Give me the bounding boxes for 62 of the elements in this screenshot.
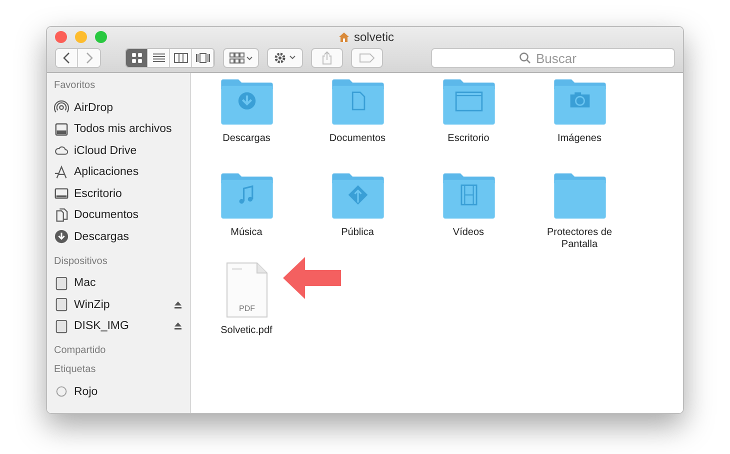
tag-icon (54, 384, 69, 400)
search-icon (519, 52, 531, 64)
house-icon (338, 31, 350, 43)
folder-icon[interactable] (330, 77, 386, 127)
sidebar-item[interactable]: AirDrop (74, 102, 182, 114)
folder-icon[interactable] (440, 171, 496, 221)
sidebar-heading: Favoritos (54, 80, 96, 91)
file-name: Solvetic.pdf (220, 325, 274, 337)
arrange-button[interactable] (223, 48, 259, 68)
file-name: Documentos (328, 133, 387, 145)
grid-caret-icon (229, 52, 253, 64)
folder-icon[interactable] (552, 77, 608, 127)
file-name: Escritorio (446, 133, 490, 145)
folder-icon[interactable] (218, 171, 274, 221)
sidebar-heading: Dispositivos (54, 256, 108, 266)
tag-icon (359, 53, 375, 63)
folder-icon[interactable] (218, 77, 274, 127)
share-icon (321, 51, 333, 65)
documents-icon (54, 208, 69, 223)
file-name: Música (230, 227, 264, 239)
view-mode-icon (172, 50, 188, 66)
file-name: Imágenes (556, 133, 602, 145)
pointer-arrow (281, 255, 343, 301)
folder-icon[interactable] (330, 171, 386, 221)
download-icon (54, 229, 69, 244)
sidebar-item[interactable]: Todos mis archivos (74, 123, 182, 136)
sidebar-item[interactable]: Documentos (74, 209, 182, 222)
sidebar-item[interactable]: Mac (74, 277, 182, 290)
sidebar-item[interactable]: Descargas (74, 230, 182, 243)
file-name: Pública (340, 227, 375, 239)
chevron-right-icon (84, 52, 94, 64)
eject-icon[interactable] (174, 322, 182, 330)
sidebar-heading: Etiquetas (54, 364, 97, 375)
sidebar-item[interactable]: Rojo (74, 386, 182, 398)
chevron-left-icon (62, 52, 72, 64)
sidebar-item[interactable]: iCloud Drive (74, 144, 182, 157)
sidebar-heading: Compartido (54, 345, 107, 356)
window-title: solvetic (354, 30, 394, 44)
search-field[interactable]: Buscar (431, 48, 675, 68)
sidebar-item[interactable]: DISK_IMG (74, 320, 169, 332)
drawer-icon (54, 122, 69, 137)
zoom-button[interactable] (95, 31, 107, 43)
file-name: Vídeos (452, 227, 486, 239)
airdrop-icon (54, 100, 69, 116)
close-button[interactable] (55, 31, 67, 43)
gear-caret-icon (273, 51, 297, 65)
view-mode-icon (194, 50, 210, 66)
tag-button[interactable] (351, 48, 383, 68)
sidebar-item[interactable]: WinZip (74, 298, 169, 311)
back-button[interactable] (56, 49, 78, 67)
share-button[interactable] (311, 48, 343, 68)
file-name: Descargas (222, 133, 272, 145)
view-mode-button[interactable] (126, 49, 148, 67)
monitor-icon (54, 186, 69, 202)
sidebar-item[interactable]: Escritorio (74, 188, 182, 200)
file-name: Protectores de Pantalla (546, 227, 614, 251)
sidebar-item[interactable]: Aplicaciones (74, 166, 182, 178)
folder-icon[interactable] (440, 77, 496, 127)
folder-icon[interactable] (552, 171, 608, 221)
apps-icon (54, 164, 69, 180)
eject-icon[interactable] (174, 300, 182, 309)
action-button[interactable] (267, 48, 303, 68)
